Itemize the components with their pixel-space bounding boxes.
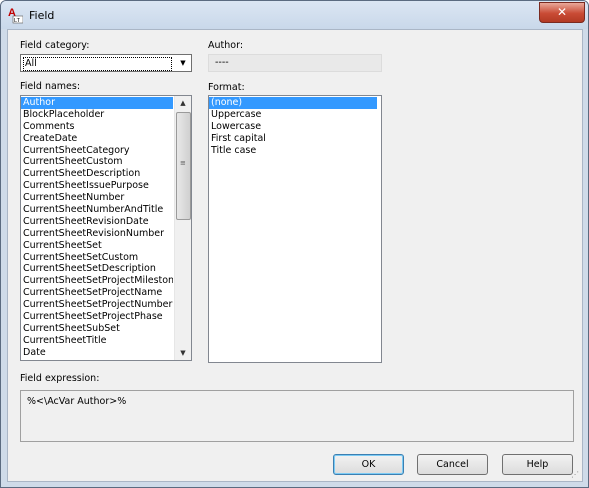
list-item-lowercase[interactable]: Lowercase xyxy=(209,121,381,133)
format-list[interactable]: (none) Uppercase Lowercase First capital… xyxy=(208,95,382,363)
list-item[interactable]: CurrentSheetSetProjectNumber xyxy=(21,299,173,311)
list-item-author[interactable]: Author xyxy=(21,97,173,109)
window-title: Field xyxy=(29,9,55,22)
field-expression-box[interactable]: %<\AcVar Author>% xyxy=(20,390,574,442)
author-label: Author: xyxy=(208,40,244,51)
field-names-label: Field names: xyxy=(20,81,81,92)
author-value: ---- xyxy=(215,57,229,68)
scroll-up-arrow-icon[interactable]: ▲ xyxy=(175,96,191,110)
list-item[interactable]: Date xyxy=(21,347,173,359)
list-item[interactable]: CurrentSheetNumber xyxy=(21,192,173,204)
autocad-lt-icon: A LT xyxy=(8,7,23,24)
list-item[interactable]: CurrentSheetTitle xyxy=(21,335,173,347)
author-value-box: ---- xyxy=(208,54,382,72)
field-category-dropdown[interactable]: All ▼ xyxy=(20,54,192,72)
list-item[interactable]: CurrentSheetCustom xyxy=(21,156,173,168)
list-item[interactable]: CurrentSheetSet xyxy=(21,240,173,252)
resize-grip-icon[interactable]: ⋰ xyxy=(571,470,581,480)
close-button[interactable]: ✕ xyxy=(539,2,585,23)
grip-icon: ≡ xyxy=(180,159,186,167)
scrollbar-thumb[interactable]: ≡ xyxy=(176,112,191,220)
format-label: Format: xyxy=(208,82,245,93)
dropdown-arrow-icon: ▼ xyxy=(180,59,186,67)
list-item[interactable]: CurrentSheetSetCustom xyxy=(21,252,173,264)
field-names-list[interactable]: Author BlockPlaceholder Comments CreateD… xyxy=(20,95,192,361)
field-expression-value[interactable]: %<\AcVar Author>% xyxy=(27,396,126,407)
field-category-value: All xyxy=(23,57,172,71)
scroll-down-arrow-icon[interactable]: ▼ xyxy=(175,346,191,360)
list-item[interactable]: CurrentSheetSetProjectMilestone xyxy=(21,275,173,287)
field-expression-label: Field expression: xyxy=(20,373,100,384)
list-item[interactable]: CurrentSheetSetDescription xyxy=(21,263,173,275)
ok-button[interactable]: OK xyxy=(333,454,404,475)
field-dialog: A LT Field ✕ Field category: All ▼ Autho… xyxy=(0,0,589,488)
list-item-title-case[interactable]: Title case xyxy=(209,145,381,157)
close-icon: ✕ xyxy=(556,5,568,19)
field-names-scrollbar[interactable]: ▲ ≡ ▼ xyxy=(174,96,191,360)
list-item-first-capital[interactable]: First capital xyxy=(209,133,381,145)
list-item[interactable]: CurrentSheetSetProjectName xyxy=(21,287,173,299)
title-bar[interactable]: A LT Field ✕ xyxy=(1,1,588,29)
svg-text:LT: LT xyxy=(14,18,21,24)
list-item[interactable]: CurrentSheetDescription xyxy=(21,168,173,180)
list-item[interactable]: CurrentSheetSubSet xyxy=(21,323,173,335)
field-category-label: Field category: xyxy=(20,40,90,51)
list-item[interactable]: CurrentSheetIssuePurpose xyxy=(21,180,173,192)
list-item[interactable]: CurrentSheetCategory xyxy=(21,145,173,157)
help-button[interactable]: Help xyxy=(502,454,573,475)
list-item[interactable]: CurrentSheetRevisionDate xyxy=(21,216,173,228)
list-item-none[interactable]: (none) xyxy=(209,97,377,109)
list-item[interactable]: CreateDate xyxy=(21,133,173,145)
list-item[interactable]: CurrentSheetSetProjectPhase xyxy=(21,311,173,323)
cancel-button[interactable]: Cancel xyxy=(417,454,488,475)
dialog-body: Field category: All ▼ Author: ---- Field… xyxy=(7,29,583,482)
list-item[interactable]: CurrentSheetRevisionNumber xyxy=(21,228,173,240)
list-item[interactable]: BlockPlaceholder xyxy=(21,109,173,121)
list-item-uppercase[interactable]: Uppercase xyxy=(209,109,381,121)
list-item[interactable]: Comments xyxy=(21,121,173,133)
list-item[interactable]: CurrentSheetNumberAndTitle xyxy=(21,204,173,216)
